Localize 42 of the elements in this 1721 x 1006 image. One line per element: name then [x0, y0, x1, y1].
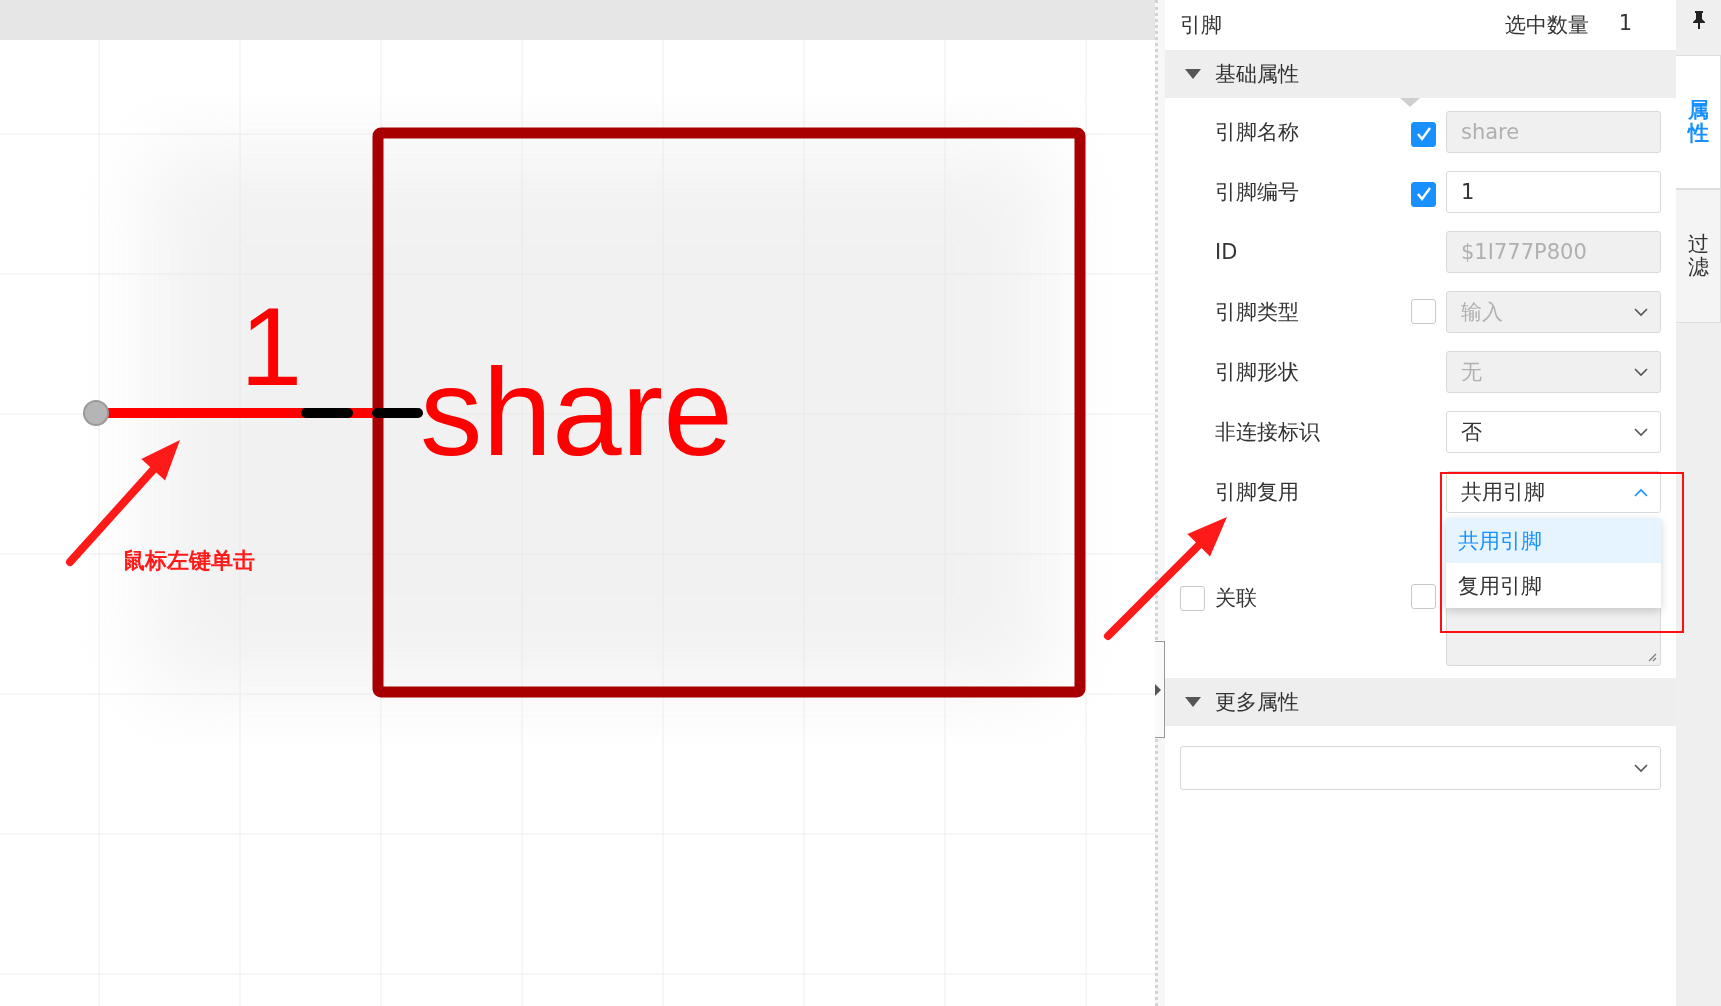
field-label: 引脚复用 — [1215, 479, 1300, 506]
pin[interactable] — [83, 400, 423, 426]
select-value: 输入 — [1461, 299, 1503, 326]
field-label: 关联 — [1215, 585, 1257, 612]
checkbox[interactable] — [1411, 181, 1436, 207]
field-label: ID — [1215, 240, 1239, 264]
dropdown-option[interactable]: 复用引脚 — [1446, 563, 1661, 608]
chevron-up-icon — [1634, 487, 1648, 497]
select-field[interactable]: 共用引脚 — [1446, 471, 1661, 513]
section-header[interactable]: 基础属性 — [1165, 50, 1676, 98]
collapse-handle[interactable] — [1155, 641, 1165, 738]
chevron-down-icon — [1634, 367, 1648, 377]
caret-down-icon — [1185, 697, 1201, 707]
check-icon — [1415, 187, 1432, 201]
pin-number: 1 — [240, 284, 303, 409]
field-label: 引脚类型 — [1215, 299, 1300, 326]
select-value: 否 — [1461, 419, 1482, 446]
select-value: 无 — [1461, 359, 1482, 386]
panel-title: 引脚 — [1180, 12, 1222, 39]
select-field[interactable]: 否 — [1446, 411, 1661, 453]
resize-grip-icon — [1647, 652, 1657, 662]
chevron-down-icon — [1634, 427, 1648, 437]
section-header[interactable]: 更多属性 — [1165, 678, 1676, 726]
count-label: 选中数量 — [1504, 12, 1589, 39]
input-field[interactable]: 1 — [1446, 171, 1661, 213]
pin-icon[interactable] — [1691, 10, 1706, 30]
select-field[interactable] — [1180, 746, 1661, 790]
count-value: 1 — [1618, 11, 1632, 37]
chevron-down-icon — [1634, 763, 1648, 773]
side-tab[interactable]: 过滤 — [1676, 189, 1721, 323]
field-label: 非连接标识 — [1215, 419, 1321, 446]
annotation-text: 鼠标左键单击 — [123, 548, 255, 573]
field-label: 引脚名称 — [1215, 119, 1300, 146]
component-body[interactable] — [372, 127, 1086, 698]
pointer-icon — [1400, 98, 1420, 107]
select-value: 共用引脚 — [1461, 479, 1545, 506]
caret-down-icon — [1185, 69, 1201, 79]
field-label: 引脚编号 — [1215, 179, 1300, 206]
field-label: 引脚形状 — [1215, 359, 1300, 386]
pin-name: share — [420, 342, 733, 481]
chevron-down-icon — [1634, 307, 1648, 317]
check-icon — [1415, 127, 1432, 141]
